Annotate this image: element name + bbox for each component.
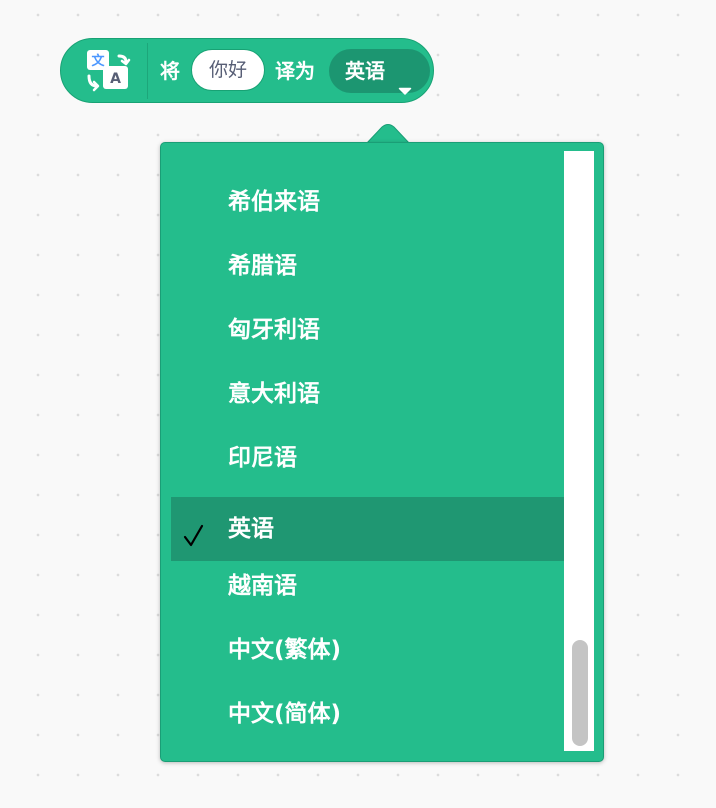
language-list: 希伯来语 希腊语 匈牙利语 意大利语 印尼语 英语 越南语 中文(繁体) 中文(… <box>171 151 564 751</box>
translate-icon: 文 A <box>86 49 132 95</box>
menu-item-label: 希伯来语 <box>228 189 320 215</box>
menu-item-label: 越南语 <box>228 573 297 599</box>
menu-item-chinese-traditional[interactable]: 中文(繁体) <box>171 618 564 682</box>
scrollbar-track[interactable] <box>564 151 594 751</box>
menu-item-label: 中文(简体) <box>228 701 342 727</box>
menu-item-chinese-simplified[interactable]: 中文(简体) <box>171 682 564 746</box>
menu-item-label: 中文(繁体) <box>228 637 342 663</box>
menu-item-hebrew[interactable]: 希伯来语 <box>171 170 564 234</box>
text-input[interactable]: 你好 <box>191 49 265 91</box>
svg-text:A: A <box>110 71 121 87</box>
language-dropdown[interactable]: 英语 <box>329 49 430 95</box>
menu-item-indonesian[interactable]: 印尼语 <box>171 426 564 490</box>
menu-item-vietnamese[interactable]: 越南语 <box>171 554 564 618</box>
caret-down-icon <box>398 67 412 95</box>
menu-item-greek[interactable]: 希腊语 <box>171 234 564 298</box>
scrollbar-thumb[interactable] <box>572 640 588 746</box>
language-menu: 希伯来语 希腊语 匈牙利语 意大利语 印尼语 英语 越南语 中文(繁体) 中文(… <box>160 142 604 762</box>
menu-item-english[interactable]: 英语 <box>171 497 564 561</box>
checkmark-icon <box>183 509 205 547</box>
menu-item-label: 意大利语 <box>228 381 320 407</box>
menu-item-hungarian[interactable]: 匈牙利语 <box>171 298 564 362</box>
menu-item-label: 希腊语 <box>228 253 297 279</box>
block-label-yiwei: 译为 <box>275 59 315 83</box>
translate-block[interactable]: 文 A 将 你好 译为 英语 <box>60 38 434 103</box>
block-divider <box>147 43 148 99</box>
language-dropdown-label: 英语 <box>345 59 385 83</box>
menu-item-italian[interactable]: 意大利语 <box>171 362 564 426</box>
menu-item-label: 印尼语 <box>228 445 297 471</box>
block-label-jiang: 将 <box>160 59 180 83</box>
svg-text:文: 文 <box>91 53 105 69</box>
menu-item-label: 匈牙利语 <box>228 317 320 343</box>
menu-item-label: 英语 <box>228 516 274 542</box>
